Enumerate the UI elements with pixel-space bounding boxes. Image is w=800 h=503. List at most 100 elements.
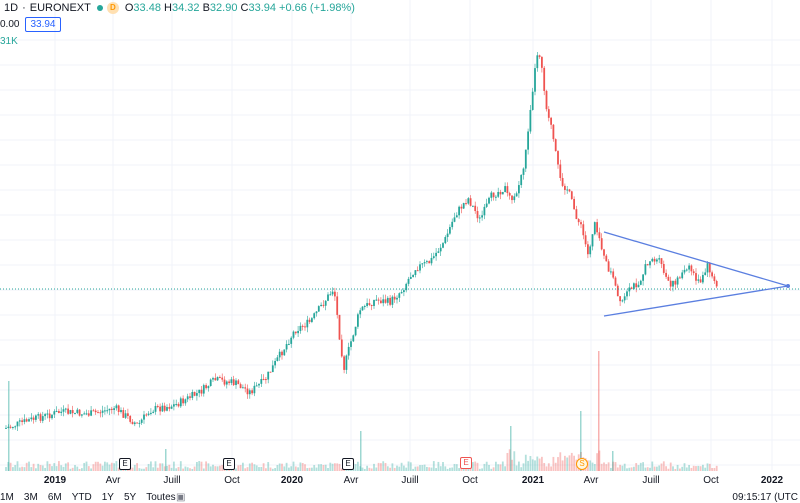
volume-bar [363, 468, 366, 471]
candle-body [697, 279, 700, 281]
candle-body [458, 206, 460, 216]
candle-body [377, 299, 380, 301]
candle-body [202, 385, 205, 394]
volume-bar [534, 460, 536, 471]
volume-bar [538, 458, 541, 471]
volume-bar [207, 463, 210, 471]
candle-body [695, 273, 697, 281]
candle-body [543, 67, 546, 91]
volume-bar [439, 466, 442, 471]
candle-body [541, 57, 543, 68]
volume-bar [676, 464, 679, 471]
candle-body [667, 276, 670, 281]
axis-label: Juill [401, 475, 419, 486]
volume-bar [271, 468, 274, 471]
candle-body [37, 414, 40, 416]
volume-bar [550, 466, 552, 471]
dividend-marker[interactable]: S [576, 458, 588, 470]
candle-body [281, 351, 283, 356]
candle-body [412, 275, 414, 277]
range-ytd[interactable]: YTD [72, 492, 92, 503]
candle-body [469, 198, 472, 206]
candle-body [621, 300, 624, 302]
candle-body [485, 203, 488, 207]
range-all[interactable]: Toutes [146, 492, 175, 503]
candle-body [138, 422, 141, 424]
candle-body [340, 339, 343, 357]
time-axis[interactable]: 2019 Avr Juill Oct 2020 Avr Juill Oct 20… [0, 475, 800, 489]
volume-bar [616, 467, 619, 471]
volume-bar [451, 467, 454, 471]
timeframe-label[interactable]: 1D [4, 2, 18, 14]
candle-body [269, 371, 272, 373]
candle-body [304, 326, 306, 328]
candle-body [488, 197, 490, 204]
candle-body [230, 379, 233, 384]
candle-body [235, 380, 237, 386]
volume-bar [338, 463, 341, 471]
earnings-marker[interactable]: E [223, 458, 235, 470]
delayed-data-icon[interactable]: D [106, 2, 119, 14]
range-1y[interactable]: 1Y [102, 492, 114, 503]
candle-body [108, 408, 111, 411]
volume-bar [334, 463, 336, 471]
volume-bar [426, 466, 428, 471]
candle-body [368, 303, 371, 305]
volume-bar [41, 465, 44, 471]
volume-bar [405, 467, 408, 471]
candle-body [702, 274, 704, 283]
candle-body [513, 196, 516, 201]
volume-bar [106, 462, 109, 471]
volume-bar [564, 455, 566, 471]
candle-body [527, 131, 529, 150]
volume-bar [481, 468, 483, 471]
volume-bar [152, 467, 155, 471]
candle-body [644, 264, 647, 275]
volume-bar [48, 463, 51, 471]
candle-body [196, 393, 198, 396]
clock-label[interactable]: 09:15:17 (UTC [732, 492, 798, 503]
volume-bar [69, 468, 72, 471]
volume-bar [202, 468, 205, 471]
volume-bar [490, 468, 493, 471]
go-to-date-icon[interactable]: ▣ [176, 492, 185, 503]
volume-bar [386, 466, 389, 471]
volume-bar [398, 466, 401, 471]
volume-bar [651, 461, 654, 471]
candle-body [131, 421, 134, 425]
volume-bar [269, 467, 272, 471]
candle-body [483, 206, 486, 216]
range-3m[interactable]: 3M [24, 492, 38, 503]
volume-bar [308, 467, 311, 471]
volume-bar [706, 463, 709, 471]
range-1m[interactable]: 1M [0, 492, 14, 503]
candle-body [398, 293, 401, 298]
candle-body [704, 272, 707, 275]
price-input[interactable]: 33.94 [25, 17, 61, 32]
candle-body [205, 385, 207, 389]
volume-bar [685, 467, 688, 471]
earnings-marker[interactable]: E [460, 457, 472, 469]
candle-body [338, 314, 341, 340]
earnings-marker[interactable]: E [342, 458, 354, 470]
volume-bar [483, 463, 486, 471]
price-chart[interactable] [0, 0, 800, 475]
volume-bar [591, 462, 594, 471]
range-6m[interactable]: 6M [48, 492, 62, 503]
candle-body [81, 414, 83, 416]
exchange-separator: · [22, 2, 26, 14]
candle-body [612, 271, 615, 278]
volume-bar [396, 465, 398, 471]
candle-body [315, 311, 318, 314]
earnings-marker[interactable]: E [119, 458, 131, 470]
volume-bar [35, 468, 37, 471]
candle-body [288, 343, 290, 345]
volume-bar [557, 457, 559, 471]
volume-bar [265, 468, 267, 471]
candle-body [115, 405, 118, 409]
volume-bar [524, 454, 527, 471]
volume-bar [391, 463, 394, 471]
candle-body [170, 406, 173, 409]
range-5y[interactable]: 5Y [124, 492, 136, 503]
volume-bar [184, 466, 187, 471]
